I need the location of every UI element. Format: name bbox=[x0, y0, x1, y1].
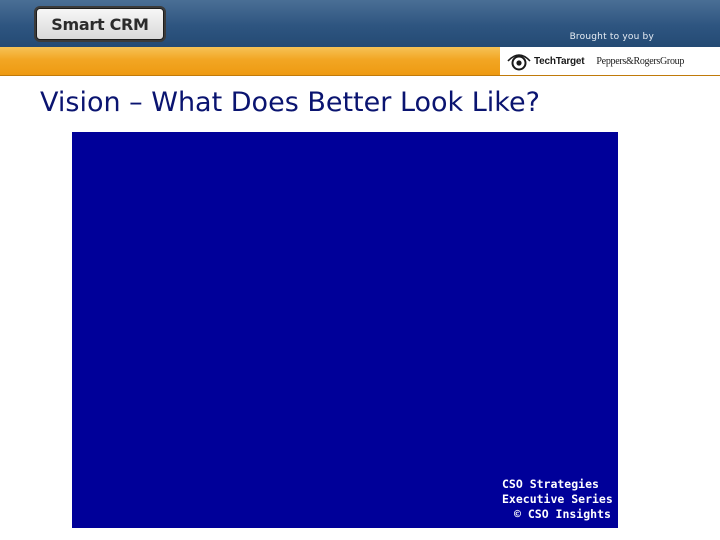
footer-line-2: Executive Series bbox=[502, 492, 613, 506]
footer-line-1: CSO Strategies bbox=[502, 477, 599, 491]
techtarget-eye-icon bbox=[506, 50, 532, 72]
smart-crm-logo: Smart CRM bbox=[36, 8, 164, 40]
brought-by-label: Brought to you by bbox=[569, 32, 654, 42]
header-band: Smart CRM Brought to you by bbox=[0, 0, 720, 47]
peppers-rogers-logo-text: Peppers&RogersGroup bbox=[596, 55, 685, 67]
content-panel bbox=[72, 132, 618, 528]
techtarget-logo-text: TechTarget bbox=[534, 55, 585, 67]
slide: Smart CRM Brought to you by TechTarget P… bbox=[0, 0, 720, 540]
sponsor-logos: TechTarget Peppers&RogersGroup bbox=[500, 47, 720, 75]
logo-text: Smart CRM bbox=[51, 14, 149, 34]
copyright-note: CSO Strategies Executive Series © CSO In… bbox=[502, 477, 613, 522]
footer-line-3: © CSO Insights bbox=[514, 507, 611, 521]
slide-title: Vision – What Does Better Look Like? bbox=[40, 87, 540, 118]
